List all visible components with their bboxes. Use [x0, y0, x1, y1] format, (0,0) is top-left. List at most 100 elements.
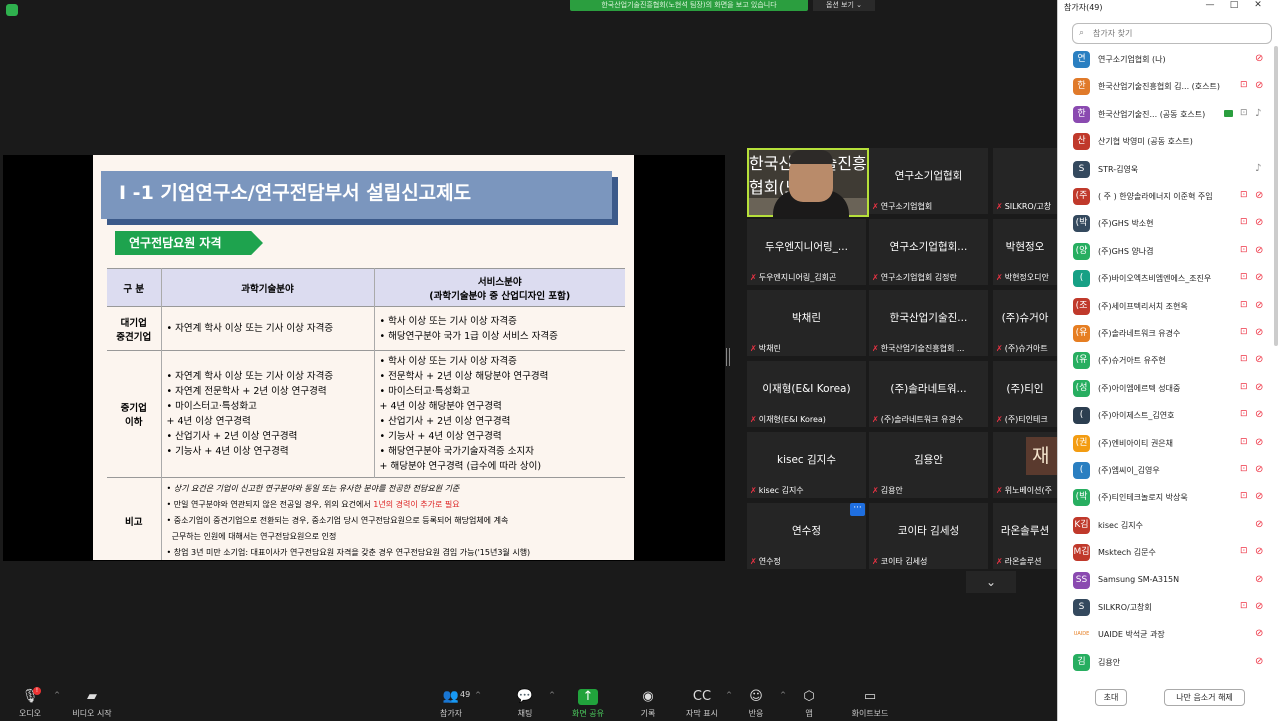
toolbar-apps-button[interactable]: ⬡ 앱	[779, 685, 839, 719]
avatar: 연	[1073, 51, 1090, 68]
muted-mic-icon: ✗	[996, 273, 1003, 282]
video-off-icon: ⊡	[1240, 546, 1248, 557]
chevron-down-icon[interactable]: ⌄	[966, 571, 1016, 593]
caret-up-icon[interactable]: ^	[549, 691, 555, 699]
caret-up-icon[interactable]: ^	[54, 691, 60, 699]
muted-mic-icon: ✗	[750, 415, 757, 424]
muted-mic-icon: ⊘	[1255, 190, 1264, 201]
participant-name: UAIDE 박석균 과장	[1098, 630, 1165, 640]
video-tile[interactable]: (주)슈거아 ✗ (주)슈거아트	[993, 290, 1057, 356]
video-tile[interactable]: 연구소기업협회... ✗ 연구소기업협회 김정란	[869, 219, 988, 285]
participant-item[interactable]: ((주)바이오엑츠비엠엔에스_조진우 ⊘ ⊡	[1058, 267, 1273, 291]
tile-name: 박채린	[758, 344, 781, 353]
participant-item[interactable]: (박 (주)GHS 박소현 ⊘ ⊡	[1058, 212, 1273, 236]
participant-item[interactable]: ((주)엠씨이_김영우 ⊘ ⊡	[1058, 459, 1273, 483]
participant-name: (주)세이프텍리서치 조현옥	[1098, 301, 1188, 311]
avatar: 한	[1073, 78, 1090, 96]
video-tile[interactable]: 이재형(E&I Korea) ✗ 이재형(E&I Korea)	[747, 361, 866, 427]
participant-name: Msktech 김문수	[1098, 548, 1156, 558]
participant-item[interactable]: S SILKRO/고창회 ⊘ ⊡	[1058, 596, 1273, 620]
muted-mic-icon: ✗	[872, 557, 879, 566]
video-tile[interactable]: kisec 김지수 ✗ kisec 김지수	[747, 432, 866, 498]
tile-name-label: ✗ 연구소기업협회 김정란	[872, 272, 957, 283]
video-off-icon: ⊡	[1240, 244, 1248, 255]
toolbar-label: 화이트보드	[851, 709, 889, 718]
toolbar-record-button[interactable]: ◉ 기록	[618, 685, 678, 719]
video-off-icon: ⊡	[1240, 409, 1248, 420]
video-off-icon: ⊡	[1240, 299, 1248, 310]
participant-item[interactable]: UAIDE UAIDE 박석균 과장 ⊘	[1058, 623, 1273, 647]
participant-item[interactable]: (양 (주)GHS 양나겸 ⊘ ⊡	[1058, 240, 1273, 264]
header-service: 서비스분야 (과학기술분야 중 산업디자인 포함)	[374, 268, 625, 307]
tile-name-label: ✗ (주)슈거아트	[996, 343, 1048, 354]
toolbar-video-off-button[interactable]: ▰ 비디오 시작	[62, 685, 122, 719]
participant-item[interactable]: 김 김용안 ⊘	[1058, 651, 1273, 675]
toolbar-reaction-button[interactable]: ☺ 반응 ^	[726, 685, 786, 719]
video-tile[interactable]: (주)티인 ✗ (주)티인테크	[993, 361, 1057, 427]
video-tile[interactable]: 김용안 ✗ 김용안	[869, 432, 988, 498]
panel-scrollbar[interactable]	[1274, 46, 1278, 346]
participant-item[interactable]: (권 (주)엔비아이티 권은채 ⊘ ⊡	[1058, 432, 1273, 456]
toolbar-chat-button[interactable]: 💬 채팅 ^	[495, 685, 555, 719]
participant-item[interactable]: K김 kisec 김지수 ⊘	[1058, 514, 1273, 538]
video-tile[interactable]: 한국산업기술진... ✗ 한국산업기술진흥협회 ...	[869, 290, 988, 356]
maximize-icon[interactable]: □	[1222, 0, 1246, 10]
row-category: 중기업 이하	[107, 350, 161, 478]
panel-title: 참가자(49)	[1064, 3, 1103, 12]
participant-item[interactable]: (유 (주)슈거아트 유주현 ⊘ ⊡	[1058, 349, 1273, 373]
more-options-icon[interactable]: ···	[850, 503, 865, 516]
participant-item[interactable]: (유 (주)솔라네트워크 유경수 ⊘ ⊡	[1058, 322, 1273, 346]
toolbar-whiteboard-button[interactable]: ▭ 화이트보드	[840, 685, 900, 719]
participant-item[interactable]: (성 (주)아이엠에르텍 성대중 ⊘ ⊡	[1058, 377, 1273, 401]
minimize-icon[interactable]: —	[1198, 0, 1222, 10]
unmute-me-button[interactable]: 나만 음소거 해제	[1164, 689, 1245, 706]
video-tile[interactable]: 연구소기업협회 ✗ 연구소기업협회	[869, 148, 988, 214]
caret-up-icon[interactable]: ^	[475, 691, 481, 699]
avatar: (유	[1073, 325, 1090, 342]
participant-name: (주)엔비아이티 권은채	[1098, 438, 1174, 448]
shared-slide: I -1 기업연구소/연구전담부서 설립신고제도 연구전담요원 자격 구 분 과…	[93, 155, 634, 560]
participant-item[interactable]: ((주)아이제스트_김연호 ⊘ ⊡	[1058, 404, 1273, 428]
toolbar-label: 비디오 시작	[72, 709, 112, 718]
participant-item[interactable]: 한 한국산업기술진흥협회 김... (호스트) ⊘ ⊡	[1058, 75, 1273, 99]
participant-item[interactable]: 산 산기협 박영미 (공동 호스트)	[1058, 130, 1273, 154]
toolbar-cc-button[interactable]: CC 자막 표시 ^	[672, 685, 732, 719]
avatar: 한	[1073, 105, 1090, 123]
muted-mic-icon: ✗	[750, 344, 757, 353]
participant-item[interactable]: (조 (주)세이프텍리서치 조현옥 ⊘ ⊡	[1058, 295, 1273, 319]
participant-item[interactable]: (주 ( 주 ) 한양솔라에너지 이준혁 주임 ⊘ ⊡	[1058, 185, 1273, 209]
view-options-button[interactable]: 옵션 보기 ⌄	[813, 0, 875, 11]
muted-mic-icon: ⊘	[1255, 53, 1264, 64]
participant-search-input[interactable]: ⌕ 참가자 찾기	[1072, 23, 1272, 44]
participant-item[interactable]: 연 연구소기업협회 (나) ⊘	[1058, 48, 1273, 72]
video-tile[interactable]: ✗ SILKRO/고창	[993, 148, 1057, 214]
video-tile[interactable]: 박현정오 ✗ 박현정오디안	[993, 219, 1057, 285]
muted-mic-icon: ✗	[750, 486, 757, 495]
video-tile-active-speaker[interactable]: 한국산업기술진흥협회(노현...	[747, 148, 869, 217]
video-tile[interactable]: (주)솔라네트워... ✗ (주)솔라네트워크 유경수	[869, 361, 988, 427]
video-tile[interactable]: 코이타 김세성 ✗ 코이타 김세성	[869, 503, 988, 569]
muted-mic-icon: ⊘	[1255, 327, 1264, 338]
close-icon[interactable]: ✕	[1246, 0, 1270, 10]
tile-name-label: ✗ 한국산업기술진흥협회 ...	[872, 343, 964, 354]
participant-item[interactable]: 한 한국산업기술진... (공동 호스트) ♪ ⊡	[1058, 103, 1273, 127]
video-off-icon: ⊡	[1240, 327, 1248, 337]
toolbar-mic-button[interactable]: 🎙 오디오! ^	[0, 685, 60, 719]
participant-item[interactable]: M김 Msktech 김문수 ⊘ ⊡	[1058, 541, 1273, 565]
participant-item[interactable]: SS Samsung SM-A315N ⊘	[1058, 569, 1273, 593]
participant-item[interactable]: (박 (주)티인테크놀로지 박상욱 ⊘ ⊡	[1058, 486, 1273, 510]
toolbar-participants-button[interactable]: 👥 참가자 49 ^	[421, 685, 481, 719]
video-on-icon: ⊡	[1240, 107, 1248, 118]
video-tile[interactable]: 연수정 ✗ 연수정	[747, 503, 866, 569]
tile-name: (주)슈거아트	[1004, 344, 1048, 353]
note-line: 근무하는 인원에 대해서는 연구전담요원으로 인정	[166, 532, 337, 541]
invite-button[interactable]: 초대	[1095, 689, 1127, 706]
video-tile[interactable]: 라온솔루션 ✗ 라온솔루션	[993, 503, 1057, 569]
toolbar-share-screen-button[interactable]: ↑ 화면 공유	[558, 685, 618, 719]
participant-item[interactable]: S STR-김영욱 ♪	[1058, 158, 1273, 182]
avatar: UAIDE	[1073, 626, 1090, 644]
split-view-handle[interactable]	[726, 348, 730, 366]
video-tile[interactable]: 박채린 ✗ 박채린	[747, 290, 866, 356]
security-shield-icon[interactable]	[6, 4, 18, 16]
video-tile[interactable]: 두우엔지니어링_... ✗ 두우엔지니어링_김회곤	[747, 219, 866, 285]
